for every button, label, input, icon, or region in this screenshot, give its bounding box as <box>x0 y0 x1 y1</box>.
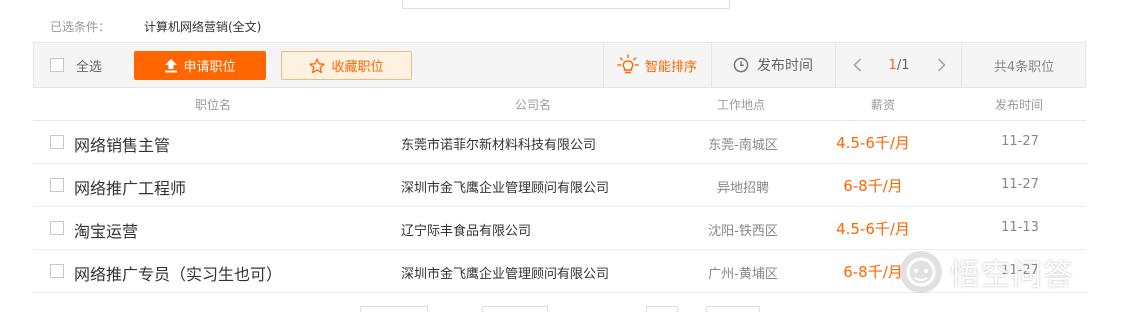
job-location: 异地招聘 <box>716 181 769 196</box>
upload-arrow-icon <box>165 59 178 73</box>
column-header-date: 发布时间 <box>995 98 1044 112</box>
job-checkbox[interactable] <box>50 221 64 235</box>
total-jobs-label: 共4条职位 <box>993 59 1055 75</box>
favorite-job-button[interactable]: 收藏职位 <box>281 51 412 80</box>
column-header-location: 工作地点 <box>717 98 766 112</box>
search-box-edge <box>402 0 730 9</box>
job-date: 11-13 <box>1001 220 1039 235</box>
job-title-link[interactable]: 网络销售主管 <box>74 132 170 156</box>
pagination-button-edge[interactable] <box>706 306 760 312</box>
pagination: 1/1 <box>836 43 962 87</box>
job-row: 网络推广工程师 深圳市金飞鹰企业管理顾问有限公司 异地招聘 6-8千/月 11-… <box>33 164 1086 207</box>
results-toolbar: 全选 申请职位 收藏职位 智能排序 发布时间 1/1 共4条职位 <box>33 42 1086 88</box>
job-row: 网络销售主管 东莞市诺菲尔新材料科技有限公司 东莞-南城区 4.5-6千/月 1… <box>33 121 1086 164</box>
lightbulb-icon <box>617 54 639 74</box>
job-title-link[interactable]: 网络推广工程师 <box>74 175 186 199</box>
company-link[interactable]: 辽宁际丰食品有限公司 <box>401 220 531 239</box>
job-checkbox[interactable] <box>50 135 64 149</box>
apply-job-button[interactable]: 申请职位 <box>134 51 266 80</box>
job-title-link[interactable]: 网络推广专员（实习生也可） <box>74 261 282 285</box>
wukong-logo-icon <box>900 251 942 293</box>
company-link[interactable]: 深圳市金飞鹰企业管理顾问有限公司 <box>401 263 609 282</box>
select-all-checkbox[interactable] <box>50 58 64 72</box>
smart-sort-label: 智能排序 <box>644 59 697 75</box>
job-location: 东莞-南城区 <box>708 138 778 153</box>
column-header-salary: 薪资 <box>871 98 896 112</box>
star-outline-icon <box>309 58 326 73</box>
company-link[interactable]: 深圳市金飞鹰企业管理顾问有限公司 <box>401 177 609 196</box>
smart-sort-button[interactable]: 智能排序 <box>604 43 710 87</box>
job-date: 11-27 <box>1001 134 1039 149</box>
job-date: 11-27 <box>1001 177 1039 192</box>
clock-icon <box>733 57 749 73</box>
company-link[interactable]: 东莞市诺菲尔新材料科技有限公司 <box>401 134 596 153</box>
job-location: 广州-黄埔区 <box>708 267 778 282</box>
chevron-left-icon[interactable] <box>850 57 864 73</box>
sort-by-publish-time-button[interactable]: 发布时间 <box>711 43 835 87</box>
selected-filters: 已选条件： 计算机网络营销(全文) <box>50 16 261 36</box>
pagination-button-edge[interactable] <box>360 306 428 312</box>
favorite-job-label: 收藏职位 <box>331 60 384 75</box>
pagination-button-edge[interactable] <box>482 306 548 312</box>
job-salary: 6-8千/月 <box>843 177 903 195</box>
job-title-link[interactable]: 淘宝运营 <box>74 218 138 242</box>
select-all[interactable]: 全选 <box>50 43 102 87</box>
table-header: 职位名 公司名 工作地点 薪资 发布时间 <box>33 88 1086 121</box>
job-checkbox[interactable] <box>50 178 64 192</box>
job-row: 淘宝运营 辽宁际丰食品有限公司 沈阳-铁西区 4.5-6千/月 11-13 <box>33 207 1086 250</box>
watermark-text: 悟空问答 <box>950 258 1074 293</box>
column-header-title: 职位名 <box>195 98 232 112</box>
filter-value: 计算机网络营销(全文) <box>144 19 262 34</box>
chevron-right-icon[interactable] <box>934 57 948 73</box>
page-total: /1 <box>896 57 910 73</box>
filter-label: 已选条件： <box>50 19 111 34</box>
job-salary: 4.5-6千/月 <box>836 220 910 238</box>
watermark: 悟空问答 <box>900 250 1114 294</box>
publish-time-label: 发布时间 <box>757 58 813 74</box>
select-all-label: 全选 <box>76 59 103 75</box>
page-current: 1 <box>888 57 897 73</box>
page-indicator: 1/1 <box>889 58 910 73</box>
total-jobs-count: 共4条职位 <box>962 43 1086 87</box>
job-checkbox[interactable] <box>50 264 64 278</box>
apply-job-label: 申请职位 <box>183 60 236 75</box>
column-header-company: 公司名 <box>515 98 552 112</box>
pagination-button-edge[interactable] <box>646 306 678 312</box>
job-location: 沈阳-铁西区 <box>708 224 778 239</box>
job-salary: 4.5-6千/月 <box>836 134 910 152</box>
